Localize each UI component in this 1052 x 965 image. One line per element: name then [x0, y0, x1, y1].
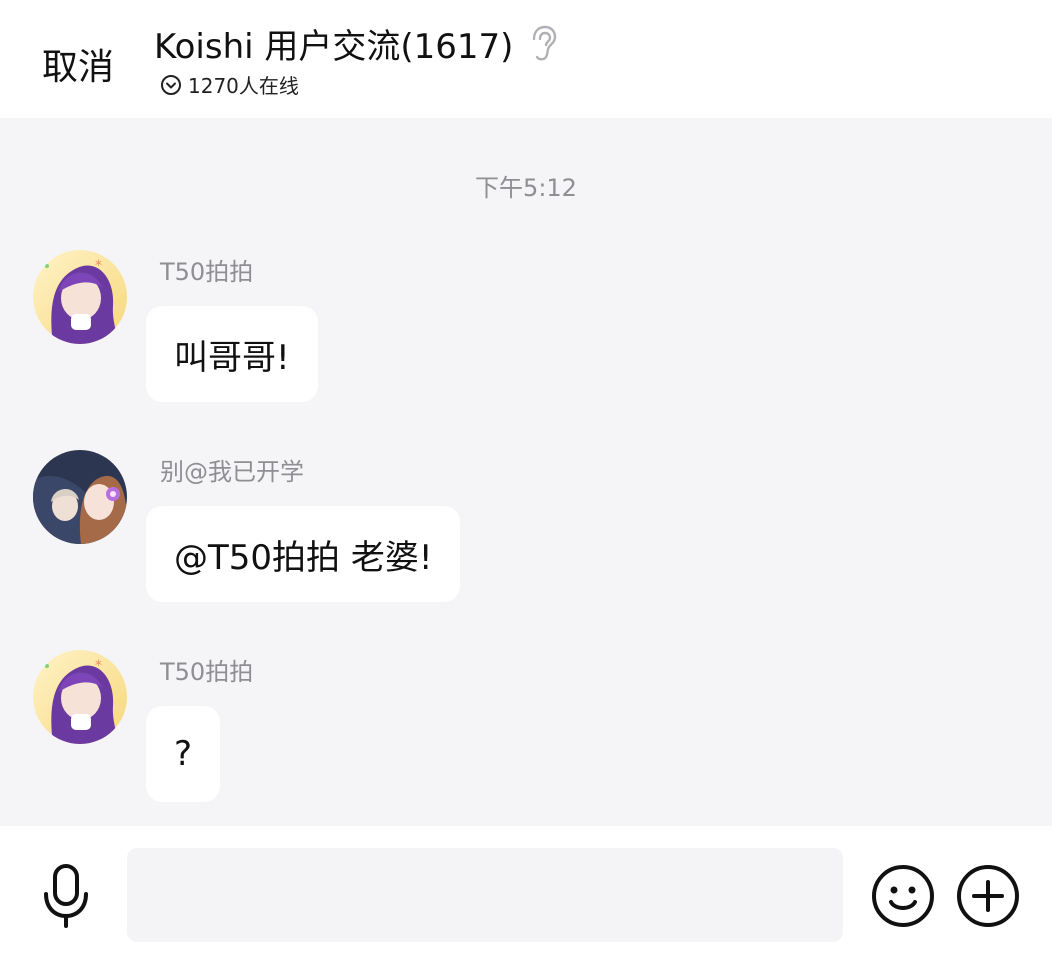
message-bubble[interactable]: @T50拍拍 老婆! — [146, 506, 461, 602]
chevron-down-circle-icon — [160, 74, 182, 96]
sender-name: 别@我已开学 — [160, 458, 304, 486]
message-list[interactable]: 下午5:12 * T50拍拍 叫哥哥! 别@我已开学 @T50拍拍 老婆! * … — [0, 118, 1052, 826]
chat-header: 取消 Koishi 用户交流(1617) 1270人在线 — [0, 0, 1052, 118]
message-bubble[interactable]: ? — [146, 706, 221, 802]
group-title: Koishi 用户交流(1617) — [154, 26, 514, 67]
online-status[interactable]: 1270人在线 — [160, 70, 299, 99]
message-input[interactable] — [127, 848, 843, 942]
svg-text:*: * — [95, 658, 102, 674]
sender-name: T50拍拍 — [160, 258, 254, 286]
cancel-button[interactable]: 取消 — [42, 38, 114, 90]
online-count: 1270人在线 — [188, 74, 299, 98]
ear-icon[interactable] — [527, 24, 559, 62]
plus-circle-icon[interactable] — [956, 864, 1020, 928]
microphone-icon[interactable] — [38, 862, 94, 932]
avatar[interactable]: * — [33, 250, 127, 344]
title-row[interactable]: Koishi 用户交流(1617) — [154, 20, 559, 67]
timestamp: 下午5:12 — [475, 174, 577, 202]
sender-name: T50拍拍 — [160, 658, 254, 686]
avatar[interactable]: * — [33, 650, 127, 744]
svg-text:*: * — [95, 258, 102, 274]
avatar[interactable] — [33, 450, 127, 544]
message-bubble[interactable]: 叫哥哥! — [146, 306, 318, 402]
smiley-icon[interactable] — [871, 864, 935, 928]
